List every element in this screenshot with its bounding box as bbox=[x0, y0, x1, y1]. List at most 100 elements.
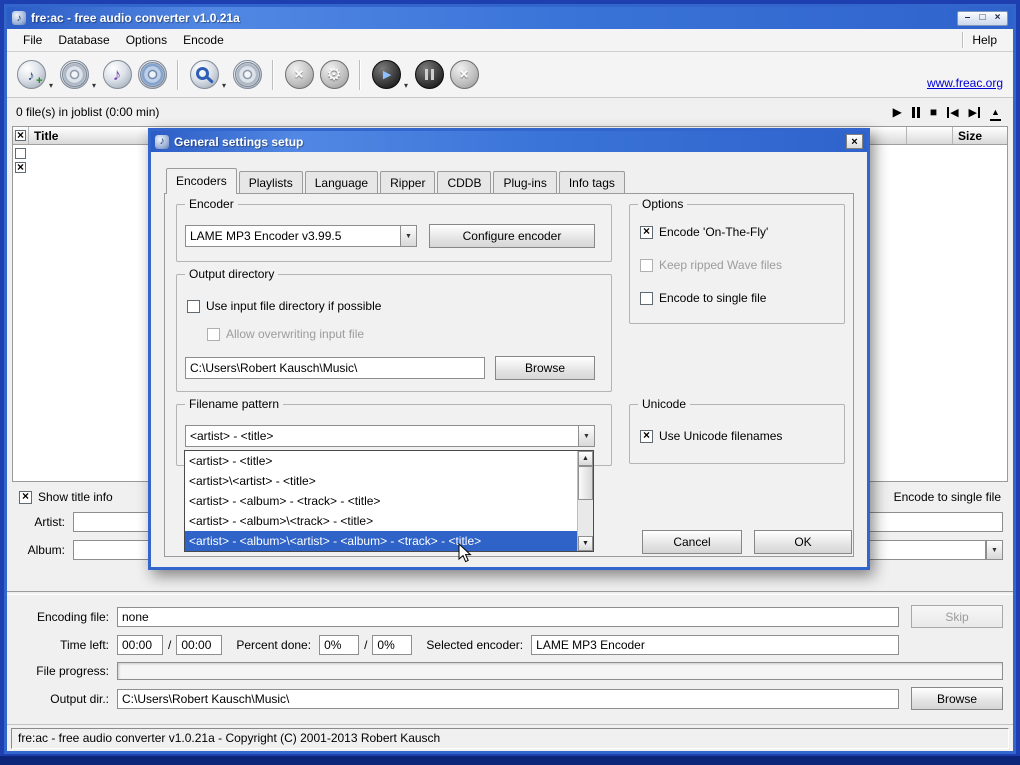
pattern-option-selected[interactable]: <artist> - <album>\<artist> - <album> - … bbox=[185, 531, 577, 551]
minimize-icon[interactable] bbox=[960, 12, 975, 25]
cddb-submit-icon bbox=[235, 62, 260, 87]
tab-language[interactable]: Language bbox=[305, 171, 378, 193]
filename-pattern-dropdown-arrow[interactable] bbox=[578, 425, 595, 447]
filename-pattern-combobox[interactable]: <artist> - <title> bbox=[185, 425, 595, 447]
encoder-combobox-value[interactable]: LAME MP3 Encoder v3.99.5 bbox=[185, 225, 400, 247]
scroll-up-icon[interactable] bbox=[578, 451, 593, 466]
play-icon bbox=[381, 68, 391, 81]
gutter-checkbox-bottom[interactable] bbox=[15, 162, 26, 173]
encoder-group-label: Encoder bbox=[185, 197, 238, 211]
use-input-dir-checkbox[interactable] bbox=[187, 300, 200, 313]
cancel-button[interactable]: Cancel bbox=[642, 530, 742, 554]
pause-encoding-button[interactable] bbox=[413, 58, 445, 92]
browse-button[interactable]: Browse bbox=[911, 687, 1003, 710]
joblist-gutter bbox=[13, 145, 28, 481]
start-encoding-dropdown-arrow[interactable] bbox=[404, 81, 408, 90]
output-dir-label: Output dir.: bbox=[17, 692, 109, 706]
output-directory-input[interactable]: C:\Users\Robert Kausch\Music\ bbox=[185, 357, 485, 379]
cddb-query-icon bbox=[196, 67, 209, 80]
time-left-value: 00:00 bbox=[117, 635, 163, 655]
pattern-option[interactable]: <artist> - <album>\<track> - <title> bbox=[185, 511, 577, 531]
keep-wave-checkbox bbox=[640, 259, 653, 272]
encoder-combobox[interactable]: LAME MP3 Encoder v3.99.5 bbox=[185, 225, 417, 247]
cddb-submit-button[interactable] bbox=[231, 58, 263, 92]
tab-info-tags[interactable]: Info tags bbox=[559, 171, 625, 193]
slash-separator: / bbox=[168, 638, 171, 652]
scrollbar-thumb[interactable] bbox=[578, 466, 593, 500]
pause-track-icon[interactable] bbox=[912, 107, 920, 118]
tab-playlists[interactable]: Playlists bbox=[239, 171, 303, 193]
add-files-dropdown-arrow[interactable] bbox=[49, 81, 53, 90]
playback-controls bbox=[893, 104, 1001, 121]
menu-encode[interactable]: Encode bbox=[175, 31, 232, 49]
single-file-row: Encode to single file bbox=[640, 291, 766, 305]
unicode-group: Unicode Use Unicode filenames bbox=[629, 404, 845, 464]
play-track-icon[interactable] bbox=[893, 105, 902, 119]
add-cd-dropdown-arrow[interactable] bbox=[92, 81, 96, 90]
status-panel: Encoding file: none Skip Time left: 00:0… bbox=[7, 596, 1013, 724]
cddb-query-dropdown-arrow[interactable] bbox=[222, 81, 226, 90]
joblist-bar: 0 file(s) in joblist (0:00 min) bbox=[7, 98, 1013, 126]
pattern-option[interactable]: <artist>\<artist> - <title> bbox=[185, 471, 577, 491]
column-header-size[interactable]: Size bbox=[953, 127, 1007, 144]
keep-wave-row: Keep ripped Wave files bbox=[640, 258, 782, 272]
use-unicode-checkbox[interactable] bbox=[640, 430, 653, 443]
maximize-icon[interactable] bbox=[975, 12, 990, 25]
toolbar: www.freac.org bbox=[7, 52, 1013, 98]
dialog-close-button[interactable] bbox=[846, 134, 863, 149]
website-link[interactable]: www.freac.org bbox=[927, 76, 1003, 90]
output-dir-input[interactable]: C:\Users\Robert Kausch\Music\ bbox=[117, 689, 899, 709]
scroll-down-icon[interactable] bbox=[578, 536, 593, 551]
settings-dialog: General settings setup Encoders Playlist… bbox=[148, 128, 870, 570]
file-progress-label: File progress: bbox=[17, 664, 109, 678]
tab-encoders[interactable]: Encoders bbox=[166, 168, 237, 193]
dropdown-scrollbar[interactable] bbox=[577, 451, 593, 551]
select-all-checkbox[interactable] bbox=[15, 130, 26, 141]
cd-info-button[interactable] bbox=[136, 58, 168, 92]
dialog-browse-button[interactable]: Browse bbox=[495, 356, 595, 380]
dialog-titlebar[interactable]: General settings setup bbox=[151, 131, 867, 152]
next-track-icon[interactable] bbox=[969, 105, 980, 119]
column-header-blank[interactable] bbox=[907, 127, 953, 144]
menubar: File Database Options Encode Help bbox=[7, 29, 1013, 52]
menu-help[interactable]: Help bbox=[964, 31, 1005, 49]
filename-pattern-value[interactable]: <artist> - <title> bbox=[185, 425, 578, 447]
tab-ripper[interactable]: Ripper bbox=[380, 171, 435, 193]
menu-options[interactable]: Options bbox=[118, 31, 175, 49]
show-title-info-checkbox[interactable] bbox=[19, 491, 32, 504]
eject-icon[interactable] bbox=[990, 104, 1001, 121]
main-titlebar[interactable]: fre:ac - free audio converter v1.0.21a bbox=[7, 7, 1013, 29]
stop-encoding-button[interactable] bbox=[448, 58, 480, 92]
pattern-option[interactable]: <artist> - <title> bbox=[185, 451, 577, 471]
remove-all-button[interactable] bbox=[283, 58, 315, 92]
menu-database[interactable]: Database bbox=[50, 31, 117, 49]
desktop-background bbox=[0, 756, 1020, 765]
settings-button[interactable] bbox=[318, 58, 350, 92]
previous-track-icon[interactable] bbox=[947, 105, 958, 119]
encode-on-the-fly-checkbox[interactable] bbox=[640, 226, 653, 239]
stop-track-icon[interactable] bbox=[930, 105, 937, 119]
gutter-checkbox-top[interactable] bbox=[15, 148, 26, 159]
tab-cddb[interactable]: CDDB bbox=[437, 171, 491, 193]
output-directory-group-label: Output directory bbox=[185, 267, 278, 281]
pattern-option[interactable]: <artist> - <album> - <track> - <title> bbox=[185, 491, 577, 511]
close-icon[interactable] bbox=[990, 12, 1005, 25]
add-files-button[interactable] bbox=[15, 58, 47, 92]
app-icon bbox=[12, 11, 26, 25]
plus-icon bbox=[36, 76, 42, 87]
tab-plugins[interactable]: Plug-ins bbox=[493, 171, 556, 193]
add-cd-button[interactable] bbox=[58, 58, 90, 92]
start-encoding-button[interactable] bbox=[370, 58, 402, 92]
dialog-body: Encoders Playlists Language Ripper CDDB … bbox=[151, 152, 867, 567]
genre-dropdown-arrow[interactable] bbox=[986, 540, 1003, 560]
encoder-dropdown-arrow[interactable] bbox=[400, 225, 417, 247]
show-title-info-label: Show title info bbox=[38, 490, 113, 504]
encode-single-file-checkbox[interactable] bbox=[640, 292, 653, 305]
add-files-icon bbox=[17, 60, 46, 89]
track-info-button[interactable] bbox=[101, 58, 133, 92]
configure-encoder-button[interactable]: Configure encoder bbox=[429, 224, 595, 248]
cddb-query-button[interactable] bbox=[188, 58, 220, 92]
ok-button[interactable]: OK bbox=[754, 530, 852, 554]
track-info-icon bbox=[113, 66, 122, 83]
menu-file[interactable]: File bbox=[15, 31, 50, 49]
